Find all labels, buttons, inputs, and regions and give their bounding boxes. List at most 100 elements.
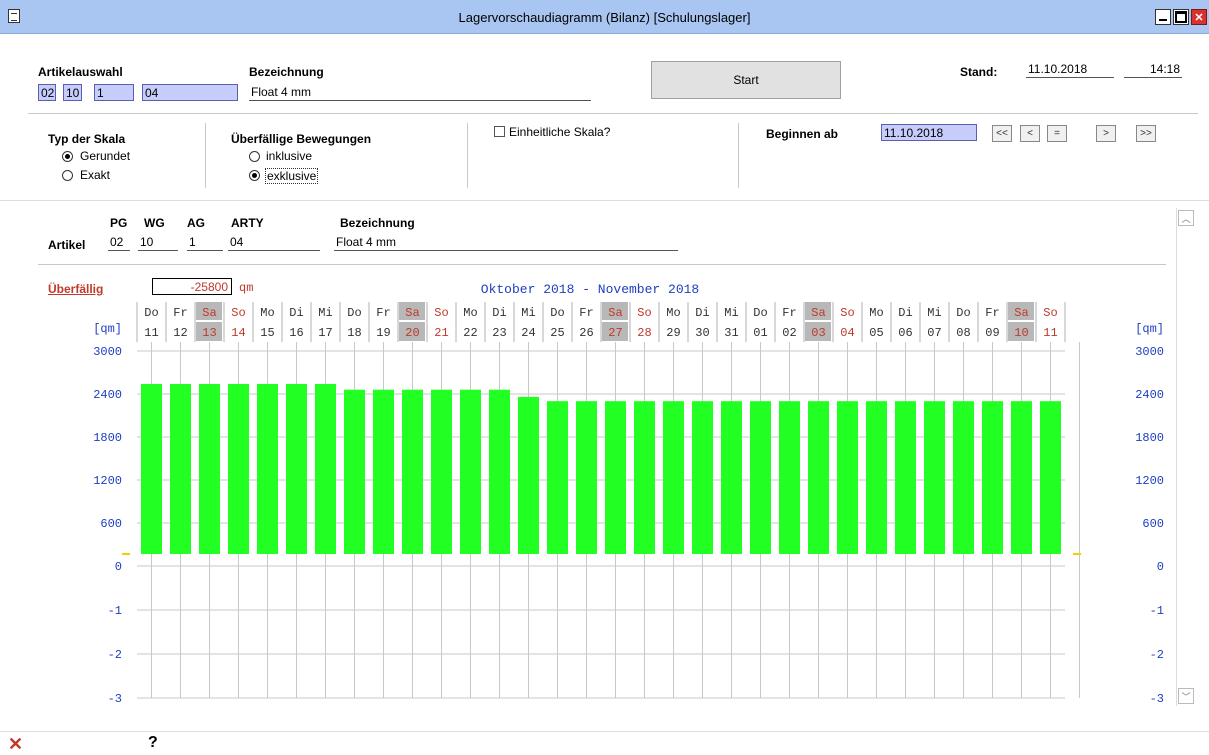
scroll-down-icon[interactable]: ﹀: [1178, 688, 1194, 704]
stock-bar: [199, 383, 220, 554]
weekday-label: Do: [144, 306, 158, 320]
stock-bar: [286, 383, 307, 554]
beginnen-label: Beginnen ab: [766, 127, 839, 141]
stock-bar: [1040, 401, 1061, 554]
date-label: 27: [608, 326, 622, 340]
einheitlich-checkbox[interactable]: [494, 126, 505, 137]
y-tick-right: 1200: [1135, 474, 1164, 488]
weekday-label: Fr: [985, 306, 999, 320]
y-tick-right: 2400: [1135, 388, 1164, 402]
stock-bar: [170, 383, 191, 554]
stock-bar: [228, 383, 249, 554]
vertical-scrollbar[interactable]: ︿ ﹀: [1176, 208, 1194, 706]
y-tick-left: 0: [115, 560, 122, 574]
divider: [205, 123, 206, 188]
date-label: 20: [405, 326, 419, 340]
gerundet-radio[interactable]: [62, 151, 73, 162]
y-tick-left: 600: [100, 517, 122, 531]
arty-header: ARTY: [231, 216, 264, 230]
weekday-label: Do: [753, 306, 767, 320]
stock-bar: [576, 401, 597, 554]
prev-page-button[interactable]: <: [1020, 125, 1040, 142]
stock-bar: [257, 383, 278, 554]
maximize-icon[interactable]: [1173, 9, 1189, 25]
stock-bar: [373, 389, 394, 554]
weekday-label: Sa: [811, 306, 825, 320]
y-tick-left: 3000: [93, 345, 122, 359]
artikel-wg: 10: [138, 234, 178, 251]
y-tick-right: 1800: [1135, 431, 1164, 445]
date-label: 09: [985, 326, 999, 340]
stock-bar: [663, 401, 684, 554]
stock-bar: [982, 401, 1003, 554]
inklusive-label: inklusive: [266, 149, 313, 163]
stock-bar: [953, 401, 974, 554]
beginnen-date-input[interactable]: 11.10.2018: [881, 124, 977, 141]
exklusive-radio[interactable]: [249, 170, 260, 181]
stock-chart: Oktober 2018 - November 2018 3000 3000240…: [93, 282, 1164, 706]
y-tick-left: 2400: [93, 388, 122, 402]
wg-header: WG: [144, 216, 165, 230]
divider: [38, 264, 1166, 265]
exklusive-label: exklusive: [265, 168, 319, 184]
weekday-label: Do: [956, 306, 970, 320]
close-icon[interactable]: ✕: [1191, 9, 1207, 25]
pg-header: PG: [110, 216, 128, 230]
scroll-up-icon[interactable]: ︿: [1178, 210, 1194, 226]
date-label: 12: [173, 326, 187, 340]
stock-bar: [460, 389, 481, 554]
last-page-button[interactable]: >>: [1136, 125, 1156, 142]
date-label: 05: [869, 326, 883, 340]
weekday-label: Sa: [405, 306, 419, 320]
y-unit-left: [qm]: [93, 322, 122, 336]
help-icon[interactable]: ?: [148, 734, 158, 752]
y-tick-right: -2: [1150, 648, 1164, 662]
cancel-icon[interactable]: ✕: [8, 734, 23, 755]
weekday-label: Sa: [1014, 306, 1028, 320]
weekday-label: So: [231, 306, 245, 320]
wg-input[interactable]: 10: [63, 84, 82, 101]
weekday-label: Di: [695, 306, 709, 320]
weekday-label: Fr: [579, 306, 593, 320]
ag-input[interactable]: 1: [94, 84, 134, 101]
weekday-label: Do: [550, 306, 564, 320]
date-label: 17: [318, 326, 332, 340]
date-label: 15: [260, 326, 274, 340]
stock-bar: [779, 401, 800, 554]
weekday-label: Di: [898, 306, 912, 320]
date-label: 13: [202, 326, 216, 340]
stock-bar: [315, 383, 336, 554]
stock-bar: [402, 389, 423, 554]
date-label: 31: [724, 326, 738, 340]
divider: [28, 113, 1198, 114]
arty-input[interactable]: 04: [142, 84, 238, 101]
y-tick-right: -3: [1150, 692, 1164, 706]
today-button[interactable]: =: [1047, 125, 1067, 142]
date-label: 22: [463, 326, 477, 340]
artikel-pg: 02: [108, 234, 130, 251]
ag-header: AG: [187, 216, 205, 230]
stock-bar: [344, 389, 365, 554]
weekday-label: Mo: [666, 306, 680, 320]
date-label: 16: [289, 326, 303, 340]
bezeichnung-label: Bezeichnung: [249, 65, 324, 79]
weekday-label: Mo: [463, 306, 477, 320]
bottom-toolbar: ✕ ?: [0, 731, 1209, 755]
bewegungen-label: Überfällige Bewegungen: [231, 132, 372, 146]
pg-input[interactable]: 02: [38, 84, 56, 101]
date-label: 07: [927, 326, 941, 340]
stock-bar: [431, 389, 452, 554]
start-button[interactable]: Start: [651, 61, 841, 99]
divider: [0, 200, 1209, 201]
weekday-label: Di: [289, 306, 303, 320]
first-page-button[interactable]: <<: [992, 125, 1012, 142]
date-label: 02: [782, 326, 796, 340]
exakt-radio[interactable]: [62, 170, 73, 181]
y-tick-left: 1800: [93, 431, 122, 445]
date-label: 21: [434, 326, 448, 340]
weekday-label: So: [637, 306, 651, 320]
weekday-label: Fr: [173, 306, 187, 320]
next-page-button[interactable]: >: [1096, 125, 1116, 142]
minimize-icon[interactable]: [1155, 9, 1171, 25]
inklusive-radio[interactable]: [249, 151, 260, 162]
